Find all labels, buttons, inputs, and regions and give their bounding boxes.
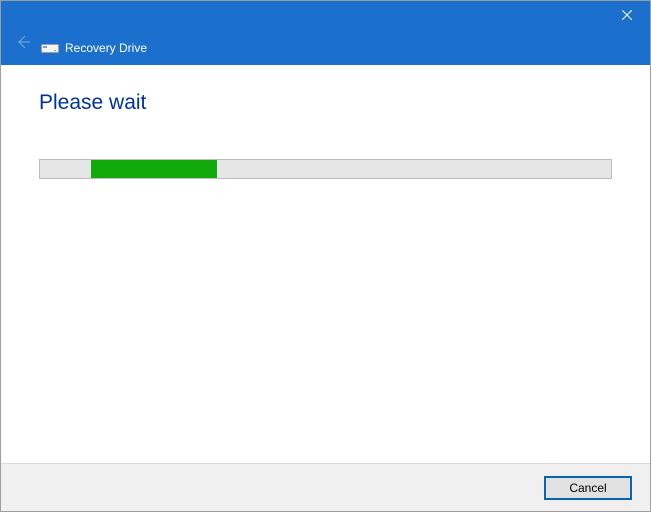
cancel-button[interactable]: Cancel bbox=[544, 476, 632, 500]
content-area: Please wait bbox=[1, 65, 650, 179]
progress-bar-fill bbox=[91, 160, 217, 178]
progress-bar-track bbox=[39, 159, 612, 179]
title-group: Recovery Drive bbox=[41, 41, 147, 55]
titlebar: Recovery Drive bbox=[1, 1, 650, 65]
page-heading: Please wait bbox=[39, 91, 612, 115]
back-arrow-icon bbox=[15, 34, 31, 55]
back-button bbox=[15, 34, 31, 55]
drive-icon bbox=[41, 41, 59, 55]
bottom-bar: Cancel bbox=[1, 463, 650, 511]
close-icon bbox=[622, 7, 632, 25]
close-button[interactable] bbox=[604, 1, 650, 31]
window-title: Recovery Drive bbox=[65, 41, 147, 55]
